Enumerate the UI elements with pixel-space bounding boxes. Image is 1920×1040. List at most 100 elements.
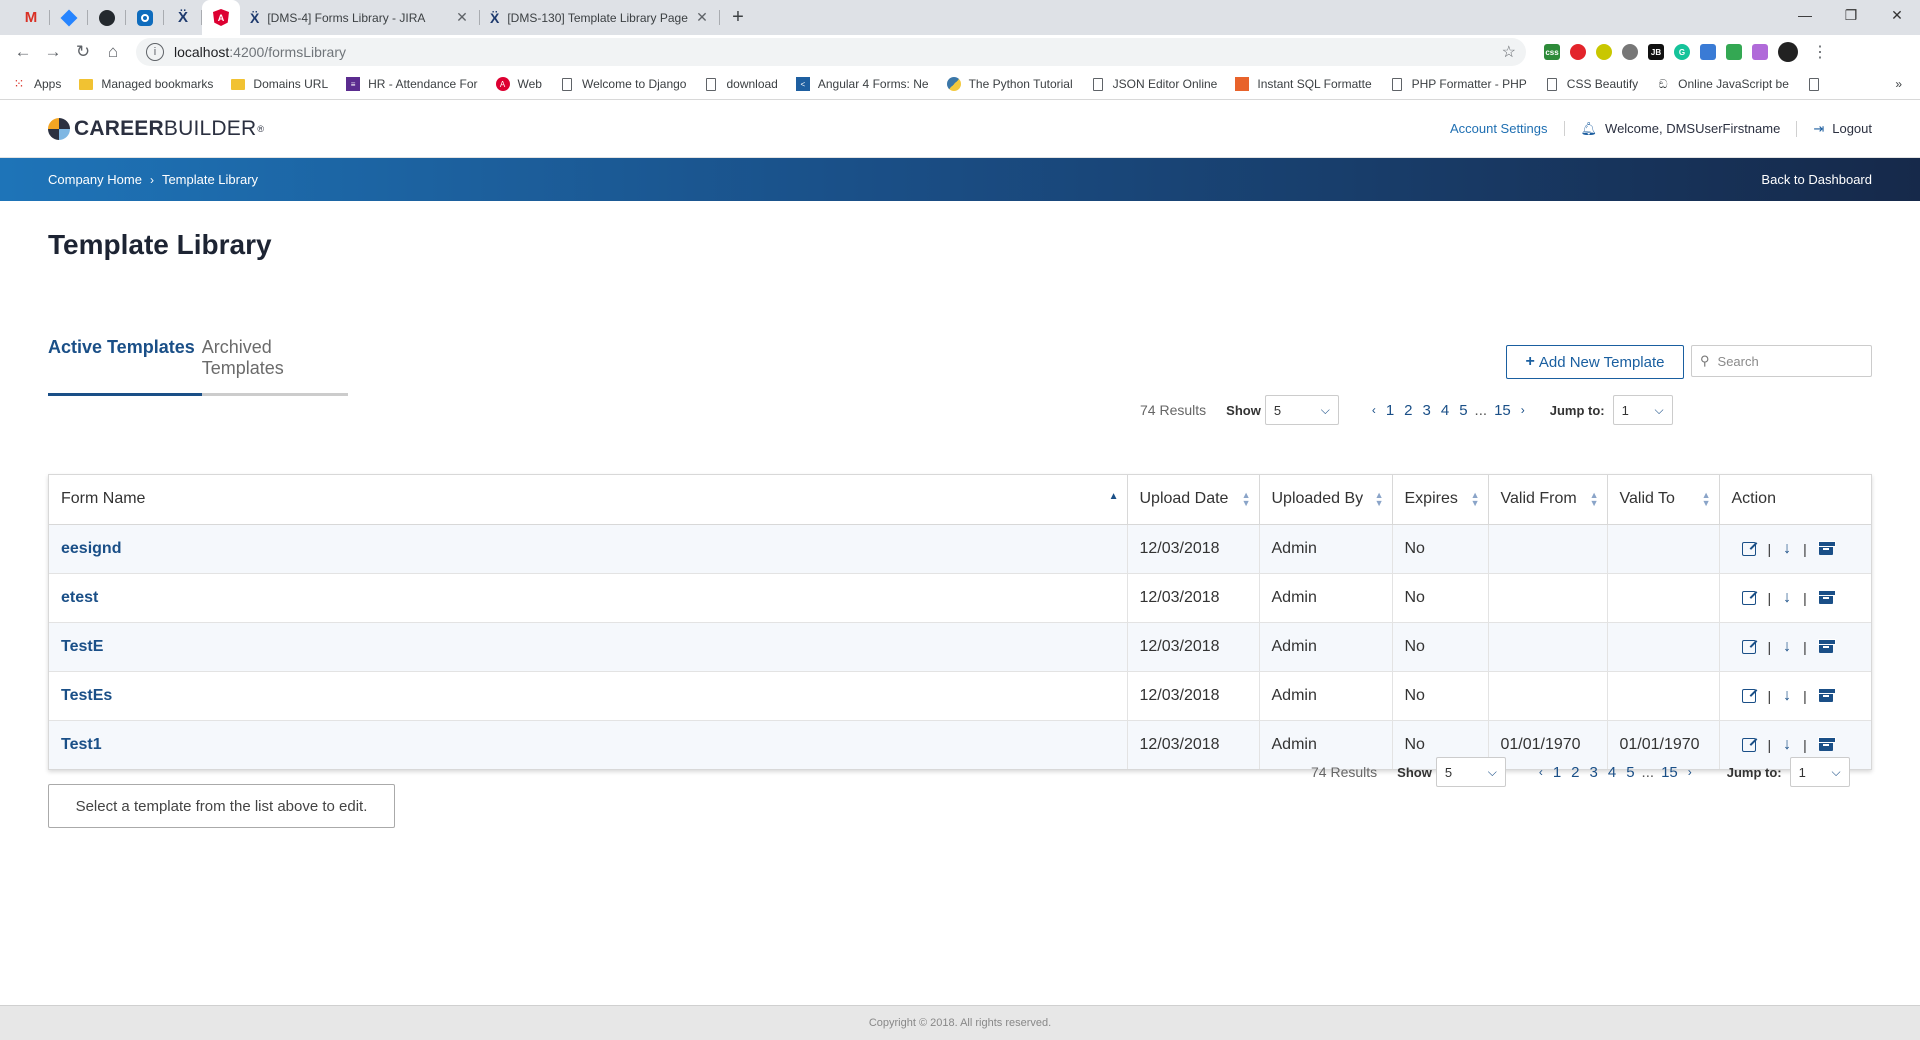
bookmark-django[interactable]: Welcome to Django xyxy=(560,77,686,91)
edit-icon[interactable] xyxy=(1741,541,1756,556)
close-window-icon[interactable]: ✕ xyxy=(1874,0,1920,30)
bookmark-js[interactable]: ඞ Online JavaScript be xyxy=(1656,77,1789,92)
page-link[interactable]: 2 xyxy=(1571,764,1579,781)
bookmark-download[interactable]: download xyxy=(704,77,778,91)
bookmark-python[interactable]: The Python Tutorial xyxy=(946,77,1073,91)
page-size-select[interactable]: 5 ⌵ xyxy=(1435,757,1506,787)
search-input[interactable] xyxy=(1717,353,1858,369)
forward-arrow-icon[interactable]: → xyxy=(38,37,68,67)
table-row[interactable]: TestE 12/03/2018 Admin No | ↓ | xyxy=(49,622,1871,672)
sort-asc-icon[interactable]: ▲ xyxy=(1109,492,1119,502)
tab-archived-templates[interactable]: Archived Templates xyxy=(201,337,348,396)
archive-icon[interactable] xyxy=(1817,540,1836,555)
gray-extension-icon[interactable] xyxy=(1622,44,1638,60)
form-name-link[interactable]: TestEs xyxy=(49,671,1128,721)
avatar[interactable] xyxy=(1778,42,1798,62)
archive-icon[interactable] xyxy=(1817,687,1836,702)
bookmark-web[interactable]: A Web xyxy=(495,77,542,91)
grammarly-icon[interactable]: G xyxy=(1674,44,1690,60)
pinned-tab-outlook[interactable] xyxy=(126,0,164,35)
prev-page-chevron-icon[interactable]: ‹ xyxy=(1539,765,1543,779)
pinned-tab-atlassian[interactable]: Ẍ xyxy=(164,0,202,35)
bookmark-json[interactable]: JSON Editor Online xyxy=(1091,77,1217,91)
download-arrow-icon[interactable]: ↓ xyxy=(1783,589,1791,607)
pinned-tab-angular[interactable]: A xyxy=(202,0,240,35)
archive-icon[interactable] xyxy=(1817,638,1836,653)
bookmark-hr[interactable]: ≡ HR - Attendance For xyxy=(346,77,478,91)
home-icon[interactable]: ⌂ xyxy=(98,37,128,67)
jump-to-select[interactable]: 1 ⌵ xyxy=(1612,395,1673,425)
form-name-link[interactable]: etest xyxy=(49,573,1128,623)
edit-icon[interactable] xyxy=(1741,639,1756,654)
color-picker-icon[interactable] xyxy=(1700,44,1716,60)
archive-icon[interactable] xyxy=(1817,736,1836,751)
page-link[interactable]: 1 xyxy=(1386,402,1394,419)
download-arrow-icon[interactable]: ↓ xyxy=(1783,638,1791,656)
download-arrow-icon[interactable]: ↓ xyxy=(1783,540,1791,558)
pen-extension-icon[interactable] xyxy=(1752,44,1768,60)
breadcrumb-company-home[interactable]: Company Home xyxy=(48,172,142,187)
bell-icon[interactable]: 🔔︎ xyxy=(1581,121,1598,137)
bookmark-more[interactable] xyxy=(1807,77,1829,91)
back-arrow-icon[interactable]: ← xyxy=(8,37,38,67)
page-link[interactable]: 1 xyxy=(1553,764,1561,781)
page-link-last[interactable]: 15 xyxy=(1661,764,1678,781)
welcome-user[interactable]: 🔔︎ Welcome, DMSUserFirstname xyxy=(1565,120,1798,137)
page-link[interactable]: 2 xyxy=(1404,402,1412,419)
form-name-link[interactable]: Test1 xyxy=(49,720,1128,769)
next-page-chevron-icon[interactable]: › xyxy=(1688,765,1692,779)
form-name-link[interactable]: eesignd xyxy=(49,524,1128,574)
edit-icon[interactable] xyxy=(1741,590,1756,605)
reload-icon[interactable]: ↻ xyxy=(68,37,98,67)
tab-active-templates[interactable]: Active Templates xyxy=(48,337,202,396)
site-info-icon[interactable]: i xyxy=(146,43,164,61)
back-to-dashboard-link[interactable]: Back to Dashboard xyxy=(1761,172,1872,187)
edit-icon[interactable] xyxy=(1741,737,1756,752)
restore-icon[interactable]: ❐ xyxy=(1828,0,1874,30)
opera-icon[interactable] xyxy=(1570,44,1586,60)
download-arrow-icon[interactable]: ↓ xyxy=(1783,736,1791,754)
careerbuilder-logo[interactable]: CAREER BUILDER ® xyxy=(48,117,264,141)
prev-page-chevron-icon[interactable]: ‹ xyxy=(1372,403,1376,417)
column-form-name[interactable]: Form Name ▲ xyxy=(49,475,1128,525)
address-bar[interactable]: i localhost:4200/formsLibrary ☆ xyxy=(136,38,1526,66)
sort-icon[interactable]: ▲ ▼ xyxy=(1375,491,1384,508)
jump-to-select[interactable]: 1 ⌵ xyxy=(1789,757,1850,787)
account-settings-link[interactable]: Account Settings xyxy=(1450,121,1565,136)
browser-menu-icon[interactable]: ⋮ xyxy=(1812,42,1828,62)
page-link-last[interactable]: 15 xyxy=(1494,402,1511,419)
page-link[interactable]: 4 xyxy=(1608,764,1616,781)
page-link[interactable]: 5 xyxy=(1459,402,1467,419)
bookmark-managed[interactable]: Managed bookmarks xyxy=(79,77,213,91)
column-valid-from[interactable]: Valid From ▲ ▼ xyxy=(1488,475,1608,525)
page-link[interactable]: 5 xyxy=(1626,764,1634,781)
bookmark-apps[interactable]: ⁙ Apps xyxy=(12,76,62,91)
column-upload-date[interactable]: Upload Date ▲ ▼ xyxy=(1127,475,1260,525)
column-expires[interactable]: Expires ▲ ▼ xyxy=(1392,475,1489,525)
minimize-icon[interactable]: — xyxy=(1782,0,1828,30)
next-page-chevron-icon[interactable]: › xyxy=(1521,403,1525,417)
archive-icon[interactable] xyxy=(1817,589,1836,604)
yellow-extension-icon[interactable] xyxy=(1596,44,1612,60)
search-box[interactable]: ⚲ xyxy=(1691,345,1872,377)
table-row[interactable]: eesignd 12/03/2018 Admin No | ↓ | xyxy=(49,524,1871,574)
bookmark-sql[interactable]: Instant SQL Formatte xyxy=(1235,77,1372,91)
tab-close-icon[interactable]: ✕ xyxy=(694,9,710,26)
bookmark-css[interactable]: CSS Beautify xyxy=(1545,77,1638,91)
sort-icon[interactable]: ▲ ▼ xyxy=(1590,491,1599,508)
page-link[interactable]: 3 xyxy=(1590,764,1598,781)
pinned-tab-gmail[interactable]: M xyxy=(12,0,50,35)
form-name-link[interactable]: TestE xyxy=(49,622,1128,672)
page-link[interactable]: 4 xyxy=(1441,402,1449,419)
bookmark-php[interactable]: PHP Formatter - PHP xyxy=(1390,77,1527,91)
select-template-message[interactable]: Select a template from the list above to… xyxy=(48,784,395,828)
table-row[interactable]: etest 12/03/2018 Admin No | ↓ | xyxy=(49,573,1871,623)
column-valid-to[interactable]: Valid To ▲ ▼ xyxy=(1607,475,1720,525)
tab-jira-forms-library[interactable]: Ẍ [DMS-4] Forms Library - JIRA ✕ xyxy=(240,0,480,35)
tab-close-icon[interactable]: ✕ xyxy=(454,9,470,26)
add-new-template-button[interactable]: + Add New Template xyxy=(1506,345,1684,379)
sort-icon[interactable]: ▲ ▼ xyxy=(1702,491,1711,508)
bookmarks-overflow[interactable]: » xyxy=(1895,77,1902,91)
jb-extension-icon[interactable]: JB xyxy=(1648,44,1664,60)
download-arrow-icon[interactable]: ↓ xyxy=(1783,687,1791,705)
